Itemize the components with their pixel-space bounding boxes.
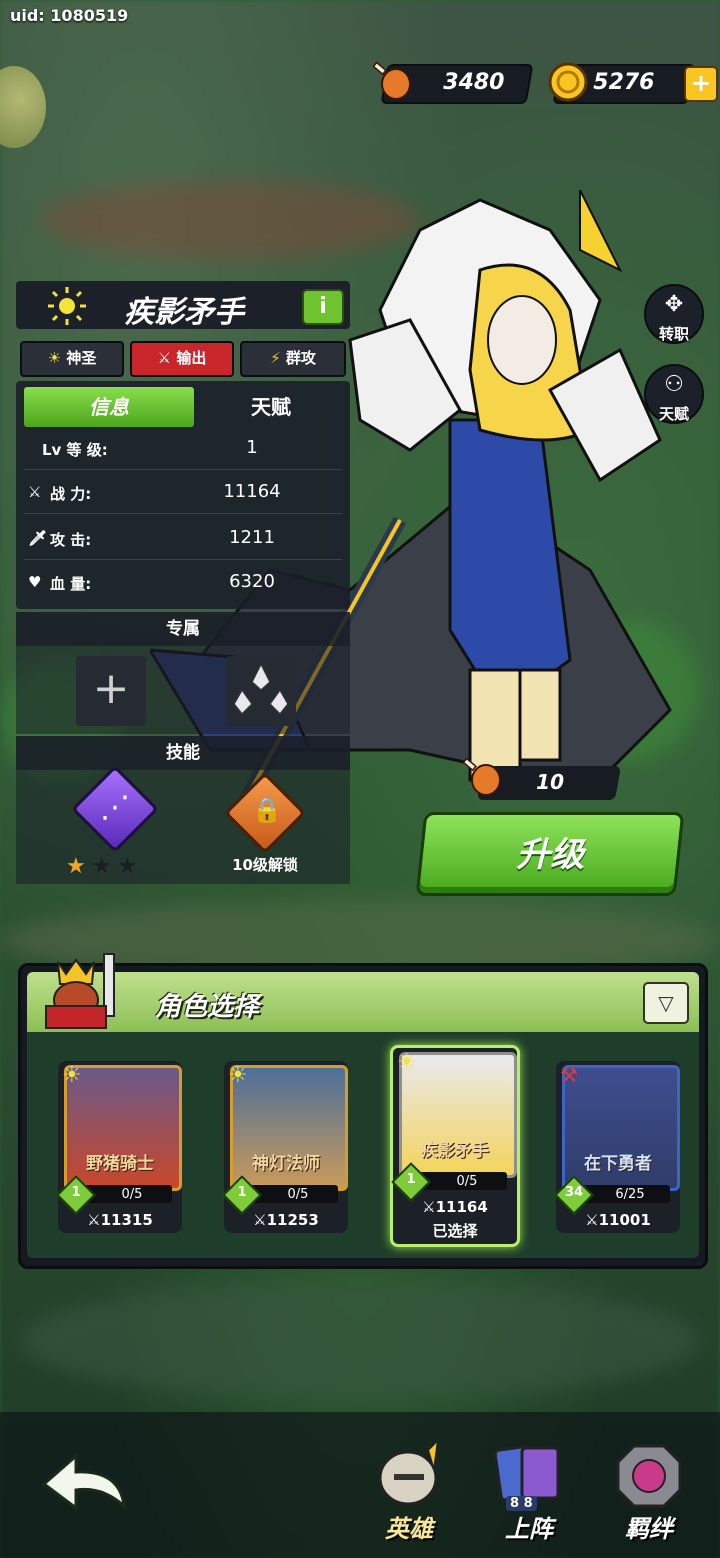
- gold-value: 5276: [593, 70, 655, 95]
- crossed-swords-icon: ⚔: [422, 1198, 436, 1216]
- card-power: ⚔11164: [422, 1198, 488, 1216]
- character-select-title: 角色选择: [155, 992, 260, 1022]
- skills-header: 技能: [16, 736, 350, 770]
- stat-row-hp: ♥ 血 量: 6320: [24, 563, 342, 603]
- character-card[interactable]: ☀ 神灯法师 1 0/5 ⚔11253: [222, 1061, 348, 1233]
- lock-icon: 🔒: [252, 796, 282, 824]
- talent-tree-icon: ⚇: [664, 372, 684, 397]
- skill-stars: ★★★: [66, 854, 143, 879]
- card-power: ⚔11253: [253, 1211, 319, 1229]
- dumbbell-icon: ⚒: [560, 1063, 578, 1087]
- tag-aoe: ⚡ 群攻: [240, 341, 346, 377]
- class-change-icon: ✥: [664, 292, 684, 317]
- class-change-button[interactable]: ✥ 转职: [644, 284, 704, 344]
- stat-row-level: Lv 等 级: 1: [24, 429, 342, 470]
- character-card[interactable]: ⚒ 在下勇者 34 6/25 ⚔11001: [554, 1061, 680, 1233]
- lightning-glyph-icon: ⋰: [100, 790, 130, 825]
- tag-holy: ☀ 神圣: [20, 341, 124, 377]
- nav-lineup[interactable]: 8 8 上阵: [484, 1440, 574, 1544]
- exclusive-add-slot[interactable]: +: [76, 656, 146, 726]
- meat-icon: [372, 61, 411, 100]
- exclusive-area: [16, 646, 350, 734]
- nav-hero-label: 英雄: [385, 1515, 433, 1543]
- crossed-swords-icon: ⚔: [87, 1211, 101, 1229]
- upgrade-label: 升级: [516, 835, 585, 875]
- star-empty-icon: ★: [91, 854, 118, 879]
- card-name: 野猪骑士: [86, 1154, 154, 1174]
- star-filled-icon: ★: [66, 854, 92, 879]
- card-progress: 0/5: [287, 1187, 309, 1202]
- hero-name: 疾影矛手: [124, 295, 244, 330]
- exclusive-gem-slot[interactable]: [226, 656, 296, 726]
- upgrade-button[interactable]: 升级: [415, 812, 685, 896]
- tab-talent[interactable]: 天赋: [196, 387, 346, 427]
- gold-coin-icon: [548, 62, 588, 102]
- gem-icon: [233, 662, 289, 716]
- card-progress: 0/5: [456, 1174, 478, 1189]
- back-arrow-icon[interactable]: [40, 1448, 130, 1518]
- talent-button[interactable]: ⚇ 天赋: [644, 364, 704, 424]
- nav-bond[interactable]: 羁绊: [604, 1440, 694, 1544]
- tag-holy-label: 神圣: [66, 349, 97, 367]
- exclusive-header: 专属: [16, 612, 350, 646]
- sun-icon: ☀: [397, 1050, 417, 1075]
- talent-label: 天赋: [658, 405, 689, 423]
- crossed-swords-icon: ⚔: [253, 1211, 267, 1229]
- card-selected-label: 已选择: [432, 1222, 478, 1240]
- stat-row-attack: 🗡 攻 击: 1211: [24, 519, 342, 560]
- skill-unlock-text: 10级解锁: [232, 856, 298, 874]
- card-power: ⚔11315: [87, 1211, 153, 1229]
- tag-aoe-label: 群攻: [285, 349, 316, 367]
- card-level: 1: [406, 1172, 416, 1187]
- card-name: 疾影矛手: [421, 1141, 489, 1161]
- character-card-selected[interactable]: ☀ 疾影矛手 1 0/5 ⚔11164 已选择: [390, 1045, 520, 1247]
- tab-info[interactable]: 信息: [24, 387, 194, 427]
- bond-icon: [616, 1444, 682, 1508]
- nav-hero[interactable]: 英雄: [364, 1437, 454, 1544]
- stat-power-value: 11164: [223, 481, 281, 502]
- uid-label: uid: 1080519: [10, 6, 129, 25]
- king-mascot-icon: [45, 953, 115, 1029]
- tag-damage: ⚔ 输出: [130, 341, 234, 377]
- food-value: 3480: [443, 70, 505, 95]
- sun-icon: ☀: [62, 1063, 82, 1088]
- filter-button[interactable]: ▽: [643, 982, 689, 1024]
- upgrade-cost-value: 10: [536, 770, 565, 794]
- stat-hp-value: 6320: [229, 571, 275, 592]
- card-progress: 6/25: [615, 1187, 645, 1202]
- card-name: 在下勇者: [584, 1154, 652, 1174]
- card-progress: 0/5: [121, 1187, 143, 1202]
- tag-damage-label: 输出: [176, 349, 207, 367]
- helmet-icon: [378, 1437, 440, 1506]
- filter-icon: ▽: [658, 991, 674, 1015]
- card-name: 神灯法师: [252, 1154, 320, 1174]
- multi-attack-icon: ⚡: [270, 349, 281, 367]
- add-gold-button[interactable]: +: [684, 66, 718, 102]
- hero-name-bar: 疾影矛手 i: [16, 281, 350, 330]
- nav-lineup-label: 上阵: [505, 1515, 553, 1543]
- card-level: 34: [564, 1185, 584, 1200]
- class-change-label: 转职: [658, 325, 689, 343]
- meat-icon: [462, 757, 501, 796]
- card-level: 1: [237, 1185, 247, 1200]
- stat-level-value: 1: [246, 437, 258, 458]
- crossed-swords-icon: ⚔: [585, 1211, 599, 1229]
- card-power: ⚔11001: [585, 1211, 651, 1229]
- nav-bond-label: 羁绊: [625, 1515, 673, 1543]
- sun-icon: ☀: [47, 349, 62, 367]
- card-level: 1: [71, 1185, 81, 1200]
- star-empty-icon: ★: [117, 854, 144, 879]
- stats-panel: 信息 天赋 Lv 等 级: 1 ⚔ 战 力: 11164 🗡 攻 击: 1211…: [16, 381, 350, 609]
- sun-icon: ☀: [228, 1063, 248, 1088]
- sword-icon: ⚔: [157, 349, 172, 367]
- stat-attack-value: 1211: [229, 527, 275, 548]
- character-card[interactable]: ☀ 野猪骑士 1 0/5 ⚔11315: [56, 1061, 182, 1233]
- info-button[interactable]: i: [302, 289, 344, 325]
- stat-row-power: ⚔ 战 力: 11164: [24, 473, 342, 514]
- sun-icon: [48, 287, 86, 325]
